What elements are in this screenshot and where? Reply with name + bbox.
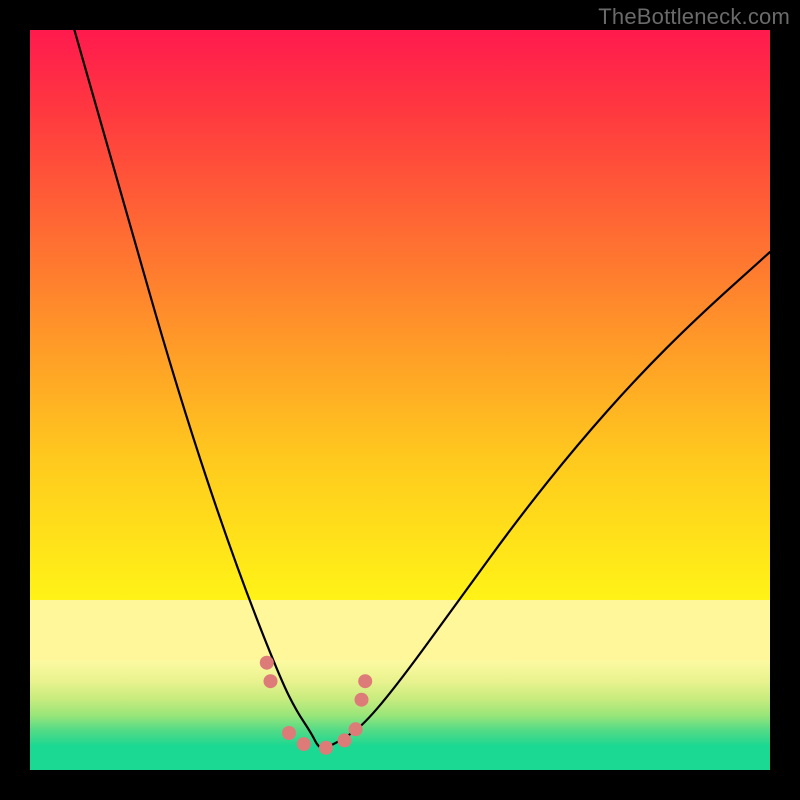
marker-point — [358, 674, 372, 688]
marker-point — [349, 722, 363, 736]
marker-point — [297, 737, 311, 751]
marker-point — [355, 693, 369, 707]
marker-point — [282, 726, 296, 740]
curve-layer — [30, 30, 770, 770]
marker-point — [260, 656, 274, 670]
marker-point — [319, 741, 333, 755]
attribution-text: TheBottleneck.com — [598, 4, 790, 30]
marker-point — [264, 674, 278, 688]
marker-point — [338, 733, 352, 747]
bottleneck-curve — [74, 30, 770, 748]
chart-frame: TheBottleneck.com — [0, 0, 800, 800]
plot-area — [30, 30, 770, 770]
